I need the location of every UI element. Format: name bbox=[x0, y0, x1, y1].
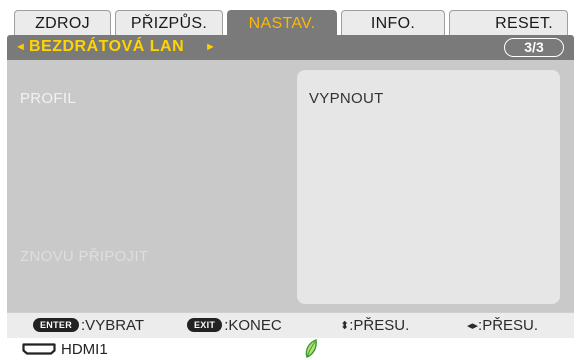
exit-key-badge: EXIT bbox=[187, 318, 223, 332]
tab-reset[interactable]: RESET. bbox=[449, 10, 568, 35]
profile-label[interactable]: PROFIL bbox=[20, 90, 76, 107]
menu-tabs: ZDROJ PŘIZPŮS. NASTAV. INFO. RESET. bbox=[14, 10, 568, 35]
left-arrow-icon[interactable]: ◄ bbox=[15, 41, 26, 53]
submenu-header: ◄ BEZDRÁTOVÁ LAN ► 3/3 bbox=[7, 35, 574, 60]
profile-value[interactable]: VYPNOUT bbox=[309, 90, 384, 107]
source-name: HDMI1 bbox=[61, 341, 108, 358]
tab-zdroj[interactable]: ZDROJ bbox=[14, 10, 111, 35]
updown-arrow-icon: ⬍ bbox=[340, 320, 350, 332]
page-indicator: 3/3 bbox=[504, 38, 564, 57]
help-leftright-text: :PŘESU. bbox=[478, 317, 539, 334]
help-enter-text: :VYBRAT bbox=[81, 317, 145, 334]
projector-menu: ZDROJ PŘIZPŮS. NASTAV. INFO. RESET. ◄ BE… bbox=[0, 0, 581, 360]
leaf-icon bbox=[305, 339, 317, 358]
tab-nastav[interactable]: NASTAV. bbox=[227, 10, 337, 35]
tab-info[interactable]: INFO. bbox=[341, 10, 445, 35]
tab-prizpus[interactable]: PŘIZPŮS. bbox=[115, 10, 223, 35]
help-bar: ENTER:VYBRAT EXIT:KONEC ⬍:PŘESU. ◂▸:PŘES… bbox=[7, 312, 574, 338]
right-arrow-icon[interactable]: ► bbox=[205, 41, 216, 53]
help-exit: EXIT:KONEC bbox=[187, 317, 282, 334]
reconnect-label[interactable]: ZNOVU PŘIPOJIT bbox=[20, 248, 148, 265]
leftright-arrow-icon: ◂▸ bbox=[467, 320, 479, 332]
status-bar: HDMI1 bbox=[7, 338, 574, 360]
help-enter: ENTER:VYBRAT bbox=[33, 317, 144, 334]
enter-key-badge: ENTER bbox=[33, 318, 80, 332]
help-updown-text: :PŘESU. bbox=[349, 317, 410, 334]
help-updown: ⬍:PŘESU. bbox=[340, 317, 409, 334]
value-panel: VYPNOUT bbox=[297, 70, 560, 304]
settings-panel: PROFIL ZNOVU PŘIPOJIT VYPNOUT bbox=[7, 60, 574, 312]
hdmi-icon bbox=[22, 343, 56, 355]
help-exit-text: :KONEC bbox=[224, 317, 282, 334]
help-leftright: ◂▸:PŘESU. bbox=[467, 317, 538, 334]
submenu-title: BEZDRÁTOVÁ LAN bbox=[29, 38, 185, 55]
